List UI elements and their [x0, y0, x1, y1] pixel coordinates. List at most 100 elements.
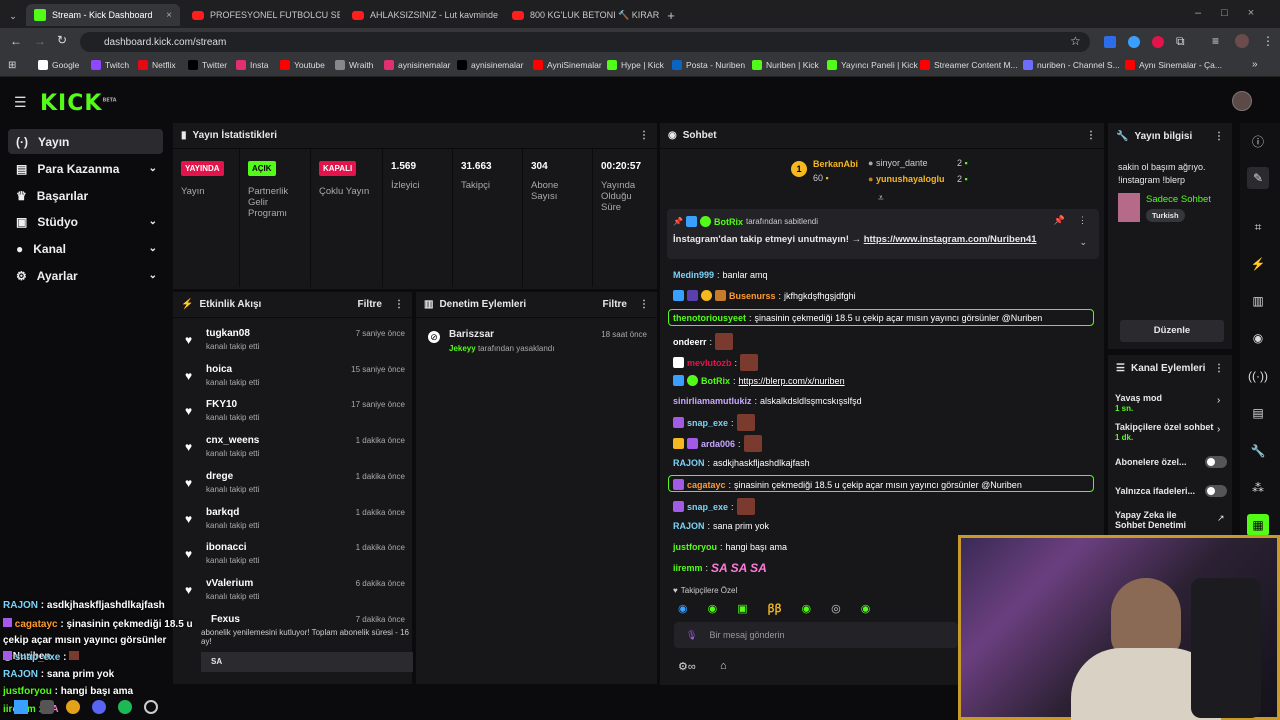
tab-youtube-1[interactable]: PROFESYONEL FUTBOLCU SENİ ×: [184, 4, 340, 26]
bookmark-item[interactable]: Youtube: [280, 60, 325, 70]
more-icon[interactable]: ⋮: [394, 299, 404, 310]
star-icon[interactable]: ☆: [1070, 34, 1081, 48]
apps-icon[interactable]: ⊞: [8, 60, 16, 71]
bookmark-item[interactable]: Posta - Nuriben: [672, 60, 745, 70]
spotify-icon[interactable]: [118, 700, 132, 714]
more-icon[interactable]: ⋮: [639, 299, 649, 310]
new-tab-button[interactable]: +: [662, 4, 680, 26]
tab-youtube-3[interactable]: 800 KG'LUK BETONI 🔨 KIRAR ×: [504, 4, 660, 26]
more-bookmarks-icon[interactable]: »: [1252, 59, 1258, 70]
bookmark-item[interactable]: Yayıncı Paneli | Kick: [827, 60, 918, 70]
chat-username[interactable]: Medin999: [673, 270, 714, 280]
network-icon[interactable]: ⁂: [1247, 477, 1269, 499]
more-icon[interactable]: ⋮: [639, 130, 649, 141]
broadcast-icon[interactable]: ((·)): [1247, 365, 1269, 387]
more-icon[interactable]: ⋮: [1214, 131, 1224, 142]
bookmark-item[interactable]: Hype | Kick: [607, 60, 664, 70]
windows-icon[interactable]: [14, 700, 28, 714]
puzzle-icon[interactable]: ⧉: [1176, 34, 1185, 49]
forward-icon[interactable]: →: [34, 34, 46, 48]
chat-username[interactable]: snap_exe: [687, 502, 728, 512]
chat-username[interactable]: arda006: [701, 439, 735, 449]
sidebar-item-studyo[interactable]: ▣ Stüdyo ⌄: [8, 209, 163, 234]
emote-icon[interactable]: ꞵꞵ: [768, 601, 782, 616]
more-icon[interactable]: ⋮: [1086, 130, 1096, 141]
sidebar-item-ayarlar[interactable]: ⚙ Ayarlar ⌄: [8, 263, 163, 288]
bolt-icon[interactable]: ⚡: [1247, 253, 1269, 275]
emote-icon[interactable]: ◉: [861, 602, 871, 615]
profile-avatar[interactable]: [1235, 34, 1249, 48]
extension-icon[interactable]: [1128, 36, 1140, 48]
emote-icon[interactable]: ◉: [802, 602, 812, 615]
emote-icon[interactable]: ▣: [737, 602, 747, 615]
tab-youtube-2[interactable]: AHLAKSIZSINIZ - Lut kavminde ×: [344, 4, 500, 26]
wrench-icon[interactable]: 🔧: [1247, 440, 1269, 462]
extension-icon[interactable]: [1104, 36, 1116, 48]
external-link-icon[interactable]: ↗: [1217, 513, 1225, 524]
chat-username[interactable]: mevlutozb: [687, 358, 732, 368]
bookmark-item[interactable]: Twitch: [91, 60, 129, 70]
chat-username[interactable]: sinirliamamutlukiz: [673, 396, 752, 406]
more-icon[interactable]: ⋮: [1078, 215, 1087, 226]
category-link[interactable]: Sadece Sohbet: [1146, 194, 1211, 205]
event-name[interactable]: ibonacci: [206, 542, 247, 553]
reload-icon[interactable]: ↻: [57, 33, 67, 47]
event-name[interactable]: FKY10: [206, 399, 237, 410]
chat-username[interactable]: ondeerr: [673, 337, 707, 347]
chat-username[interactable]: RAJON: [673, 521, 705, 531]
edit-button[interactable]: Düzenle: [1120, 320, 1224, 342]
store-icon[interactable]: ⌂: [720, 660, 727, 672]
event-name[interactable]: vValerium: [206, 578, 253, 589]
emotes-only-toggle[interactable]: [1205, 485, 1227, 497]
app-icon[interactable]: [40, 700, 54, 714]
ai-moderation-label[interactable]: Yapay Zeka ile Sohbet Denetimi: [1115, 510, 1205, 530]
settings-icon[interactable]: ⚙∞: [678, 660, 696, 673]
tab-stream[interactable]: Stream - Kick Dashboard ×: [26, 4, 180, 26]
slow-mode-label[interactable]: Yavaş mod: [1115, 393, 1162, 403]
chat-username[interactable]: BotRix: [701, 376, 730, 386]
close-icon[interactable]: ×: [166, 10, 172, 21]
kick-logo[interactable]: KICKBETA: [40, 91, 117, 116]
bookmark-item[interactable]: AyniSinemalar: [533, 60, 602, 70]
chat-icon[interactable]: ◉: [1247, 327, 1269, 349]
event-name[interactable]: tugkan08: [206, 328, 250, 339]
chat-username[interactable]: justforyou: [673, 542, 717, 552]
pencil-icon[interactable]: ✎: [1247, 167, 1269, 189]
pinned-by[interactable]: BotRix: [714, 217, 743, 227]
tab-search-button[interactable]: ⌄: [4, 5, 22, 27]
bookmark-item[interactable]: Nuriben | Kick: [752, 60, 819, 70]
address-bar[interactable]: dashboard.kick.com/stream: [80, 32, 1090, 52]
bookmark-item[interactable]: Netflix: [138, 60, 176, 70]
moderator-name[interactable]: Jekeyy: [449, 344, 476, 353]
emote-icon[interactable]: ◉: [678, 602, 688, 615]
bookmark-item[interactable]: Aynı Sinemalar - Ça...: [1125, 60, 1222, 70]
bookmark-item[interactable]: Wraith: [335, 60, 373, 70]
chat-username[interactable]: RAJON: [673, 458, 705, 468]
window-controls[interactable]: –□×: [1195, 7, 1274, 19]
sidebar-item-yayin[interactable]: (·) Yayın: [8, 129, 163, 154]
moderated-user[interactable]: Bariszsar: [449, 329, 494, 340]
discord-icon[interactable]: [92, 700, 106, 714]
emote-icon[interactable]: ◎: [831, 602, 841, 615]
more-icon[interactable]: ⋮: [1214, 363, 1224, 374]
chat-username[interactable]: snap_exe: [687, 418, 728, 428]
crop-icon[interactable]: ⌗: [1247, 216, 1269, 238]
filter-button[interactable]: Filtre: [358, 299, 382, 310]
expand-icon[interactable]: ⩡: [878, 193, 884, 204]
chat-input[interactable]: 🎙 Bir mesaj gönderin: [674, 622, 958, 648]
user-avatar[interactable]: [1232, 91, 1252, 111]
chat-link[interactable]: https://blerp.com/x/nuriben: [739, 376, 845, 386]
chat-username[interactable]: iiremm: [673, 563, 703, 573]
chat-username[interactable]: Busenurss: [729, 291, 776, 301]
bookmark-item[interactable]: Insta: [236, 60, 268, 70]
event-name[interactable]: hoica: [206, 364, 232, 375]
extension-icon[interactable]: [1152, 36, 1164, 48]
info-icon[interactable]: ⓘ: [1247, 130, 1269, 152]
filter-button[interactable]: Filtre: [603, 299, 627, 310]
subs-only-toggle[interactable]: [1205, 456, 1227, 468]
game-icon[interactable]: ▦: [1247, 514, 1269, 536]
media-icon[interactable]: ≡: [1212, 34, 1219, 48]
layers-icon[interactable]: ▤: [1247, 402, 1269, 424]
sidebar-item-kanal[interactable]: ● Kanal ⌄: [8, 236, 163, 261]
menu-icon[interactable]: ☰: [14, 94, 27, 111]
